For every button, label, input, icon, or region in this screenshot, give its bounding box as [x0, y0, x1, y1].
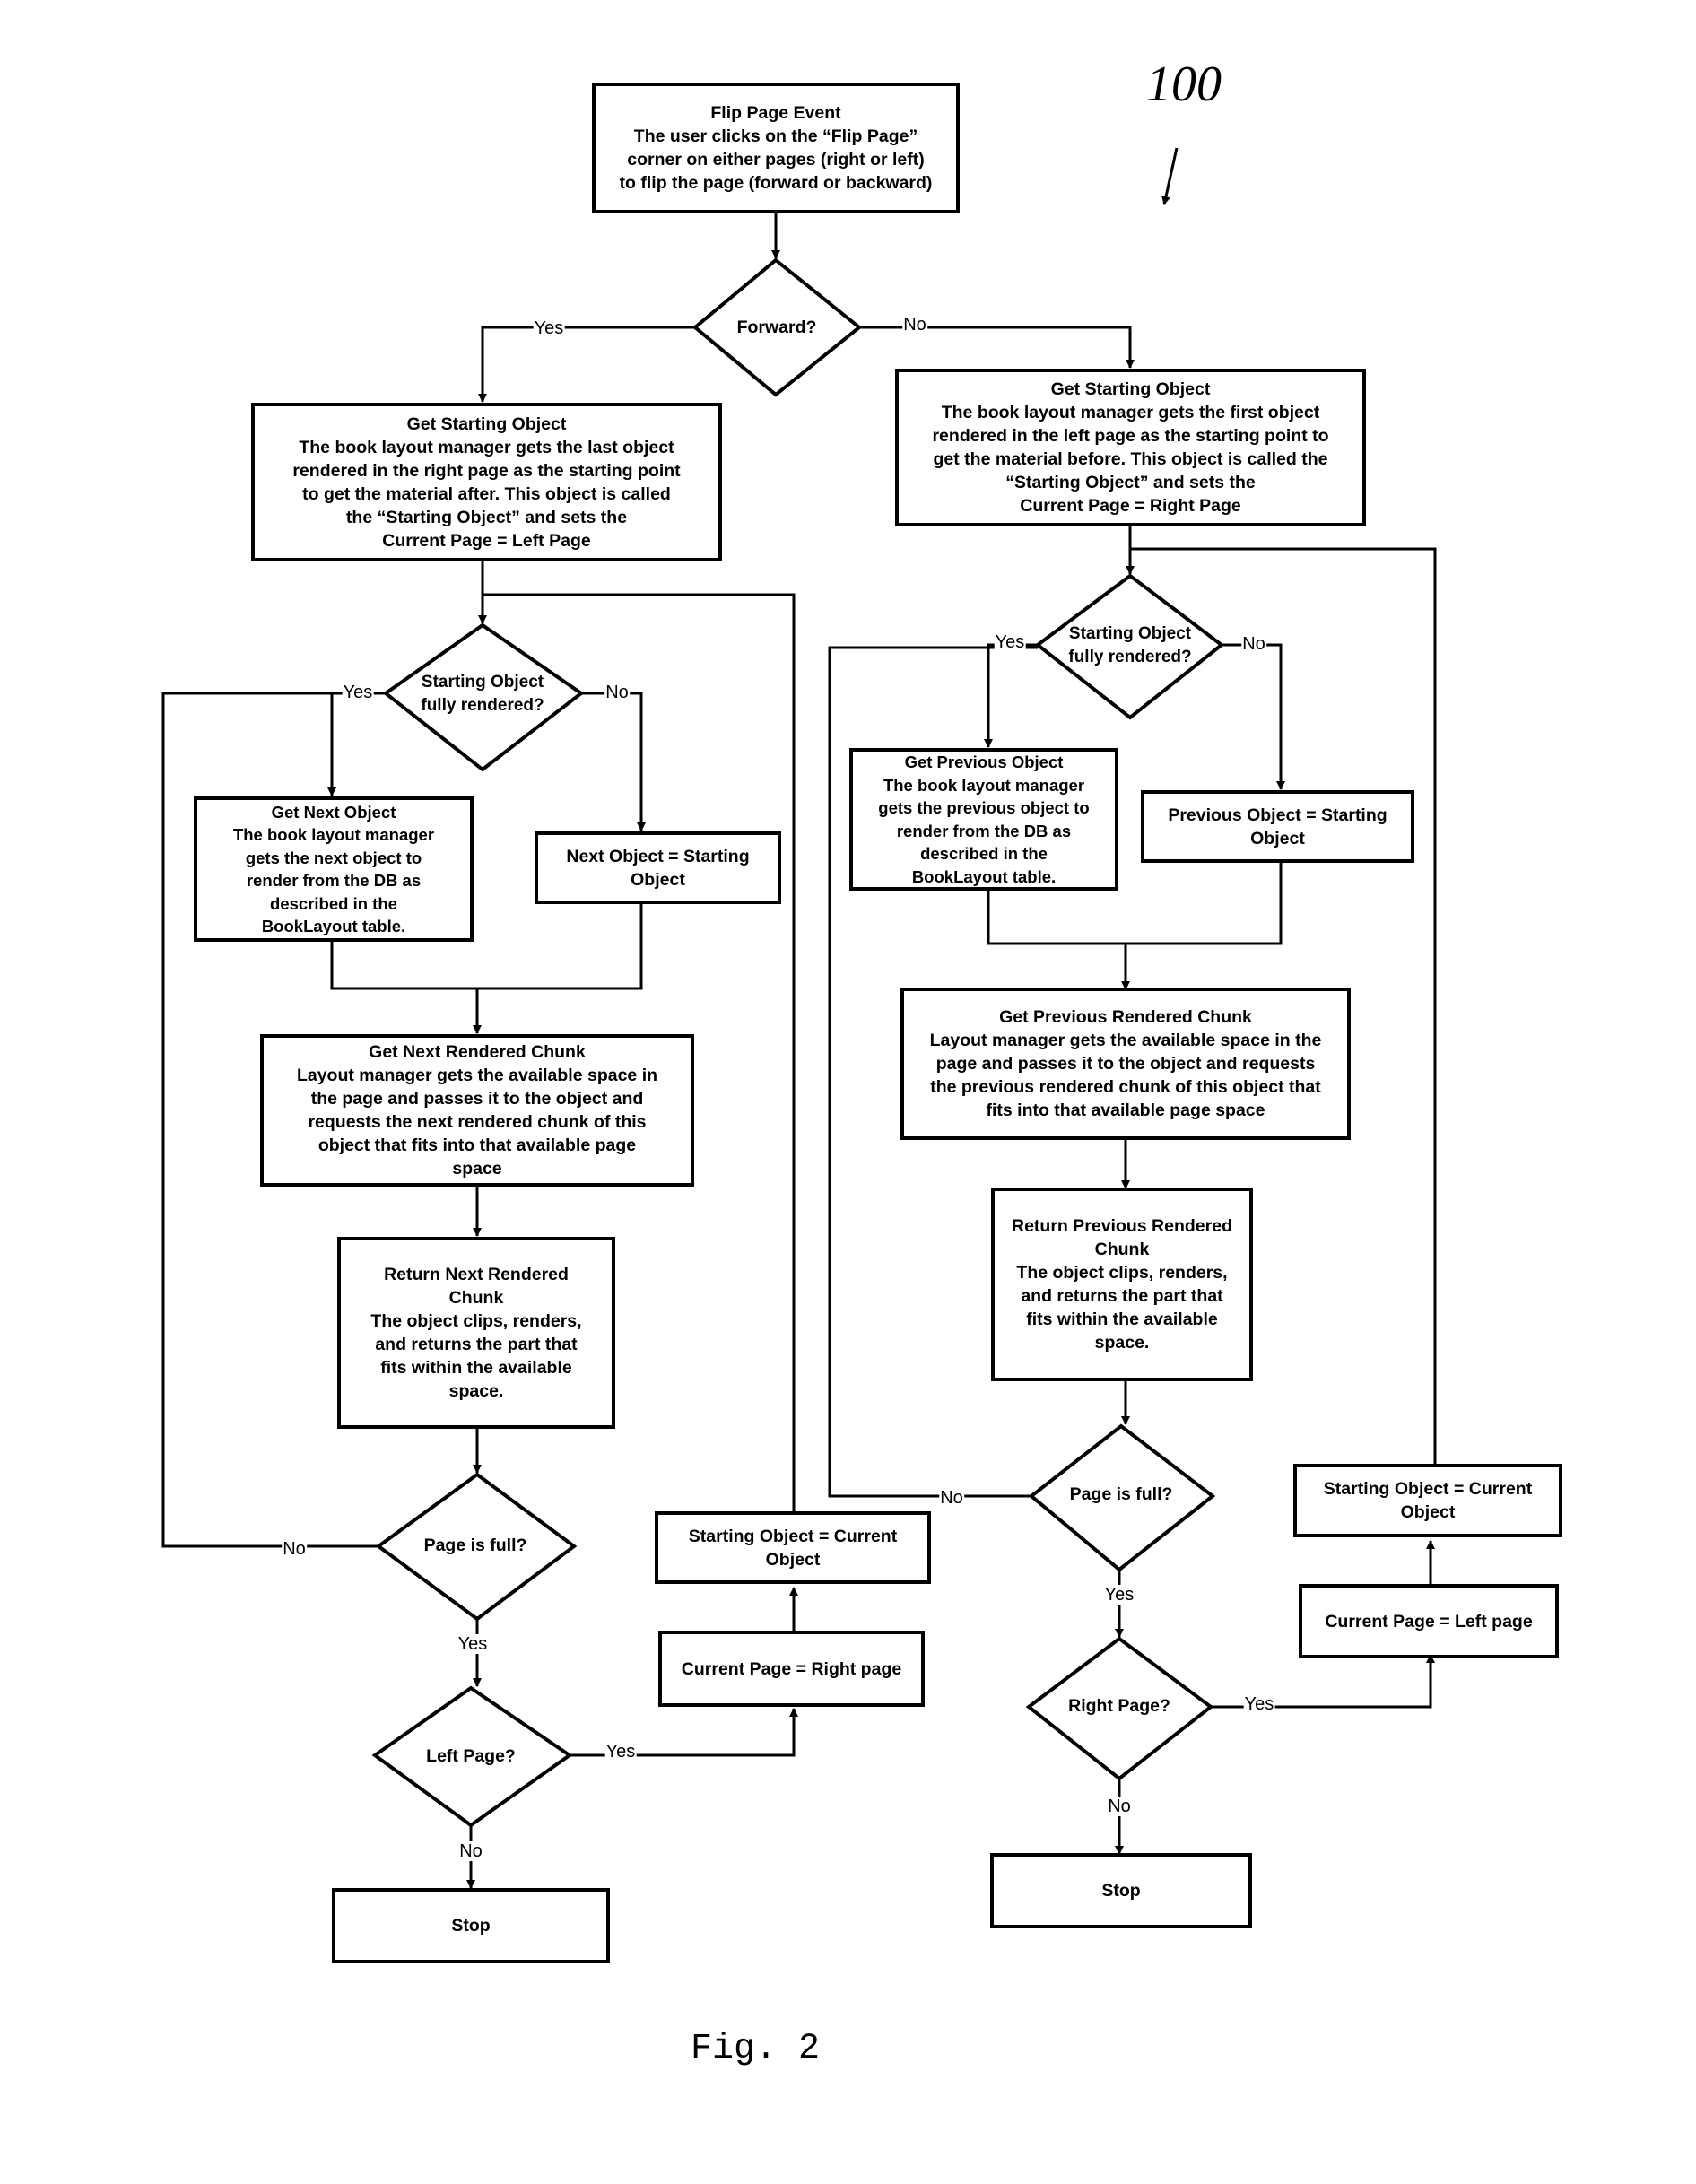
edge-prev-object-to-chunk: [987, 890, 1130, 990]
get-next-object-body: The book layout manager gets the next ob…: [232, 825, 435, 935]
edge-left-fully-yes: [327, 692, 386, 796]
get-previous-rendered-chunk-title: Get Previous Rendered Chunk: [999, 1007, 1252, 1027]
left-current-page-right-text: Current Page = Right page: [681, 1658, 902, 1679]
get-previous-rendered-chunk-box: Get Previous Rendered Chunk Layout manag…: [900, 988, 1351, 1140]
right-starting-equals-current-text: Starting Object = Current Object: [1323, 1479, 1533, 1522]
next-object-equals-starting-box: Next Object = Starting Object: [535, 831, 781, 904]
return-next-rendered-chunk-box: Return Next Rendered Chunk The object cl…: [337, 1237, 615, 1429]
left-starting-equals-current-text: Starting Object = Current Object: [688, 1526, 898, 1570]
forward-yes-label: Yes: [533, 318, 565, 338]
right-get-starting-object-box: Get Starting Object The book layout mana…: [895, 369, 1366, 526]
right-stop-box: Stop: [990, 1853, 1252, 1928]
flip-page-event-body: The user clicks on the “Flip Page” corne…: [619, 126, 933, 193]
return-previous-rendered-chunk-title: Return Previous Rendered Chunk: [1012, 1216, 1232, 1259]
get-next-rendered-chunk-box: Get Next Rendered Chunk Layout manager g…: [260, 1034, 694, 1187]
right-fully-rendered-text: Starting Object fully rendered?: [1068, 624, 1192, 666]
get-previous-object-body: The book layout manager gets the previou…: [878, 775, 1090, 886]
left-page-no-label: No: [458, 1841, 483, 1861]
right-current-page-left-text: Current Page = Left page: [1325, 1611, 1533, 1631]
right-current-page-left-box: Current Page = Left page: [1299, 1584, 1559, 1658]
return-previous-rendered-chunk-body: The object clips, renders, and returns t…: [1016, 1263, 1228, 1353]
get-next-rendered-chunk-body: Layout manager gets the available space …: [296, 1066, 658, 1179]
edge-left-fully-no: [581, 692, 646, 831]
previous-object-equals-starting-text: Previous Object = Starting Object: [1168, 805, 1387, 848]
right-page-decision-text: Right Page?: [1068, 1696, 1170, 1716]
edge-forward-no: [859, 326, 1135, 369]
left-starting-equals-current-box: Starting Object = Current Object: [655, 1511, 931, 1584]
edge-next-eq-to-chunk: [477, 902, 643, 990]
right-fully-no-label: No: [1241, 634, 1266, 654]
edge-prev-eq-to-chunk: [1126, 861, 1283, 945]
left-get-starting-object-title: Get Starting Object: [406, 413, 567, 434]
edge-next-object-to-chunk: [330, 940, 482, 1034]
return-next-rendered-chunk-title: Return Next Rendered Chunk: [384, 1265, 569, 1308]
right-stop-text: Stop: [1101, 1881, 1141, 1901]
left-fully-yes-label: Yes: [342, 683, 374, 702]
get-next-rendered-chunk-title: Get Next Rendered Chunk: [369, 1042, 586, 1062]
right-page-no-label: No: [1107, 1797, 1132, 1816]
left-fully-no-label: No: [604, 683, 630, 702]
right-starting-equals-current-box: Starting Object = Current Object: [1293, 1464, 1562, 1537]
forward-decision-text: Forward?: [736, 318, 817, 337]
edge-forward-yes: [478, 326, 695, 403]
left-full-no-label: No: [282, 1539, 307, 1559]
get-previous-rendered-chunk-body: Layout manager gets the available space …: [929, 1031, 1322, 1120]
left-page-full-text: Page is full?: [423, 1536, 527, 1555]
right-full-yes-label: Yes: [1103, 1585, 1135, 1605]
get-previous-object-title: Get Previous Object: [904, 753, 1064, 771]
next-object-equals-starting-text: Next Object = Starting Object: [566, 846, 750, 890]
edge-right-fully-yes: [984, 643, 1038, 748]
right-page-full-text: Page is full?: [1069, 1484, 1173, 1504]
return-next-rendered-chunk-body: The object clips, renders, and returns t…: [370, 1311, 582, 1401]
flip-page-event-title: Flip Page Event: [710, 103, 841, 123]
forward-no-label: No: [902, 315, 927, 335]
get-next-object-box: Get Next Object The book layout manager …: [194, 796, 474, 942]
left-fully-rendered-text: Starting Object fully rendered?: [421, 673, 544, 715]
right-fully-yes-label: Yes: [994, 632, 1026, 652]
right-full-no-label: No: [939, 1488, 964, 1508]
left-get-starting-object-box: Get Starting Object The book layout mana…: [251, 403, 722, 561]
left-stop-text: Stop: [451, 1916, 491, 1936]
figure-caption: Fig. 2: [691, 2029, 821, 2069]
reference-arrow: [1161, 147, 1179, 205]
flip-page-event-box: Flip Page Event The user clicks on the “…: [592, 83, 960, 213]
left-get-starting-object-body: The book layout manager gets the last ob…: [292, 437, 681, 551]
left-stop-box: Stop: [332, 1888, 610, 1963]
return-previous-rendered-chunk-box: Return Previous Rendered Chunk The objec…: [991, 1188, 1253, 1381]
left-page-decision-text: Left Page?: [426, 1746, 516, 1766]
flowchart-connectors: [161, 147, 1437, 1889]
right-get-starting-object-body: The book layout manager gets the first o…: [932, 403, 1329, 516]
left-full-yes-label: Yes: [457, 1634, 489, 1654]
get-previous-object-box: Get Previous Object The book layout mana…: [849, 748, 1118, 891]
reference-number: 100: [1146, 57, 1222, 112]
right-get-starting-object-title: Get Starting Object: [1050, 379, 1211, 399]
edge-right-fully-no: [1222, 643, 1285, 790]
right-page-yes-label: Yes: [1243, 1694, 1275, 1714]
edge-left-page-yes: [570, 1708, 798, 1757]
get-next-object-title: Get Next Object: [271, 802, 396, 822]
left-page-yes-label: Yes: [604, 1742, 637, 1762]
previous-object-equals-starting-box: Previous Object = Starting Object: [1141, 790, 1414, 863]
left-current-page-right-box: Current Page = Right page: [658, 1631, 925, 1707]
